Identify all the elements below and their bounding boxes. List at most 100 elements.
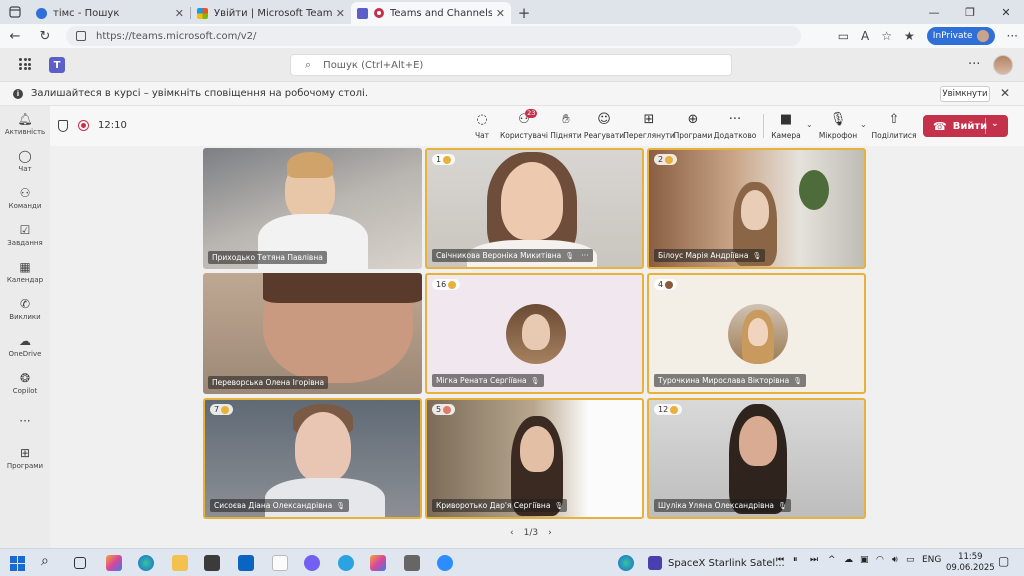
tab-label: тімс - Пошук: [53, 7, 120, 19]
search-icon[interactable]: ⌕: [41, 553, 57, 569]
leave-button[interactable]: ☎ Вийти ⌄: [923, 115, 1008, 137]
video-tile[interactable]: Переворська Олена Ігорівна: [203, 273, 422, 394]
hand-order: 16: [436, 280, 447, 289]
search-input[interactable]: ⌕ Пошук (Ctrl+Alt+E): [290, 54, 732, 76]
favorite-star-icon[interactable]: ☆: [881, 29, 892, 43]
video-tile[interactable]: 7 Сисоєва Діана Олександрівна 🎙︎: [203, 398, 422, 519]
wifi-icon[interactable]: ◠: [876, 555, 884, 565]
toolbar-mic-button[interactable]: 🎙︎ Мікрофон: [813, 112, 863, 140]
rail-item-calls[interactable]: ✆ Виклики: [0, 297, 50, 321]
microsoft-logo-icon: [197, 7, 208, 19]
maximize-icon[interactable]: ❐: [952, 0, 988, 24]
media-pause-icon[interactable]: ⏸: [793, 555, 798, 565]
telegram-app-icon[interactable]: [338, 555, 354, 571]
zoom-app-icon[interactable]: [437, 555, 453, 571]
rail-item-apps[interactable]: ⊞ Програми: [0, 446, 50, 470]
browser-tab-search[interactable]: тімс - Пошук ✕: [30, 2, 190, 24]
copilot-alt-icon[interactable]: [370, 555, 386, 571]
notification-center-icon[interactable]: ▢: [998, 554, 1009, 568]
more-icon[interactable]: ···: [581, 251, 589, 260]
file-explorer-icon[interactable]: [172, 555, 188, 571]
browser-tab-teams[interactable]: Teams and Channels | Захис ✕: [351, 2, 511, 24]
enable-notifications-button[interactable]: Увімкнути: [940, 86, 990, 102]
rail-item-activity[interactable]: 🔔︎ Активність: [0, 112, 50, 136]
back-button[interactable]: ←: [0, 24, 30, 48]
video-tile[interactable]: Приходько Тетяна Павлівна: [203, 148, 422, 269]
more-icon[interactable]: ···: [1007, 29, 1018, 43]
close-icon[interactable]: ✕: [336, 7, 345, 20]
next-page-icon[interactable]: ›: [548, 528, 552, 538]
close-icon[interactable]: ✕: [175, 7, 184, 20]
participant-hair: [263, 273, 422, 303]
tray-overflow-icon[interactable]: ^: [828, 555, 836, 565]
media-previous-icon[interactable]: ⏮: [776, 555, 784, 565]
favorites-icon[interactable]: ★: [904, 29, 915, 43]
participant-video: [739, 416, 777, 466]
paint-app-icon[interactable]: [404, 555, 420, 571]
device-tray-icon[interactable]: ▣: [860, 555, 869, 565]
minimize-icon[interactable]: —: [916, 0, 952, 24]
inprivate-button[interactable]: InPrivate: [926, 27, 995, 45]
search-tab-icon: [36, 7, 47, 19]
rail-item-teams[interactable]: ⚇ Команди: [0, 186, 50, 210]
taskbar-window-item[interactable]: SpaceX Starlink Satel...: [648, 553, 785, 573]
help-app-icon[interactable]: [618, 555, 634, 571]
toolbar-view-button[interactable]: ⊞ Переглянути: [623, 112, 674, 140]
video-tile[interactable]: 16 Мігка Рената Сергіївна 🎙︎: [425, 273, 644, 394]
app-launcher-icon[interactable]: [19, 58, 31, 70]
read-aloud-icon[interactable]: A: [861, 29, 869, 43]
rail-item-more[interactable]: ···: [0, 414, 50, 428]
rail-item-onedrive[interactable]: ☁ OneDrive: [0, 334, 50, 358]
volume-icon[interactable]: 🔊︎: [892, 555, 898, 565]
close-icon[interactable]: ✕: [496, 7, 505, 20]
teams-icon: ⚇: [19, 186, 31, 200]
browser-tab-login[interactable]: Увійти | Microsoft Teams ✕: [191, 2, 351, 24]
rail-item-chat[interactable]: ◯ Чат: [0, 149, 50, 173]
language-indicator[interactable]: ENG: [922, 555, 941, 565]
new-tab-button[interactable]: +: [511, 2, 537, 24]
onedrive-tray-icon[interactable]: ☁: [844, 555, 853, 565]
camera-options-chevron-icon[interactable]: ⌄: [806, 120, 813, 129]
app-available-icon[interactable]: ▭: [838, 29, 849, 43]
previous-page-icon[interactable]: ‹: [510, 528, 514, 538]
raised-hand-badge: 1: [432, 154, 456, 165]
video-tile[interactable]: 5 Криворотько Дар'я Сергіївна 🎙︎: [425, 398, 644, 519]
close-icon[interactable]: ✕: [1000, 86, 1010, 100]
video-tile[interactable]: 4 Турочкина Мирослава Вікторівна 🎙︎: [647, 273, 866, 394]
toolbar-more-button[interactable]: ··· Додатково: [710, 112, 760, 140]
document-app-icon[interactable]: [272, 555, 288, 571]
chevron-down-icon[interactable]: ⌄: [991, 119, 999, 129]
windows-start-icon[interactable]: [10, 556, 25, 571]
mic-options-chevron-icon[interactable]: ⌄: [860, 120, 867, 129]
edge-app-icon[interactable]: [138, 555, 154, 571]
outlook-app-icon[interactable]: [238, 555, 254, 571]
rail-item-tasks[interactable]: ☑ Завдання: [0, 223, 50, 247]
viber-app-icon[interactable]: [304, 555, 320, 571]
rail-item-calendar[interactable]: ▦ Календар: [0, 260, 50, 284]
store-app-icon[interactable]: [204, 555, 220, 571]
refresh-button[interactable]: ↻: [30, 24, 60, 48]
toolbar-react-button[interactable]: ☺ Реагувати: [579, 112, 629, 140]
settings-more-icon[interactable]: ···: [968, 57, 980, 72]
url-field[interactable]: https://teams.microsoft.com/v2/: [66, 26, 801, 46]
toolbar-share-button[interactable]: ⇧ Поділитися: [869, 112, 919, 140]
hand-order: 12: [658, 405, 669, 414]
taskbar-clock[interactable]: 11:59 09.06.2025: [946, 552, 995, 574]
shield-icon[interactable]: [58, 120, 68, 132]
toolbar-camera-button[interactable]: ■ Камера: [761, 112, 811, 140]
tasks-icon: ☑: [19, 223, 31, 237]
video-tile[interactable]: 2 Білоус Марія Андріївна 🎙︎: [647, 148, 866, 269]
chat-icon: ◌: [476, 112, 488, 127]
task-view-icon[interactable]: [74, 557, 86, 569]
tab-actions-icon[interactable]: [0, 0, 30, 24]
teams-header: T ⌕ Пошук (Ctrl+Alt+E) ···: [0, 48, 1024, 82]
video-tile[interactable]: 12 Шуліка Уляна Олександрівна 🎙︎: [647, 398, 866, 519]
battery-icon[interactable]: ▭: [906, 555, 915, 565]
copilot-app-icon[interactable]: [106, 555, 122, 571]
user-avatar[interactable]: [993, 55, 1013, 75]
close-window-icon[interactable]: ✕: [988, 0, 1024, 24]
video-tile[interactable]: 1 Свічникова Вероніка Микитівна 🎙︎ ···: [425, 148, 644, 269]
participant-name: Шуліка Уляна Олександрівна: [658, 501, 775, 510]
rail-item-copilot[interactable]: ❂ Copilot: [0, 371, 50, 395]
media-next-icon[interactable]: ⏭: [810, 555, 818, 565]
